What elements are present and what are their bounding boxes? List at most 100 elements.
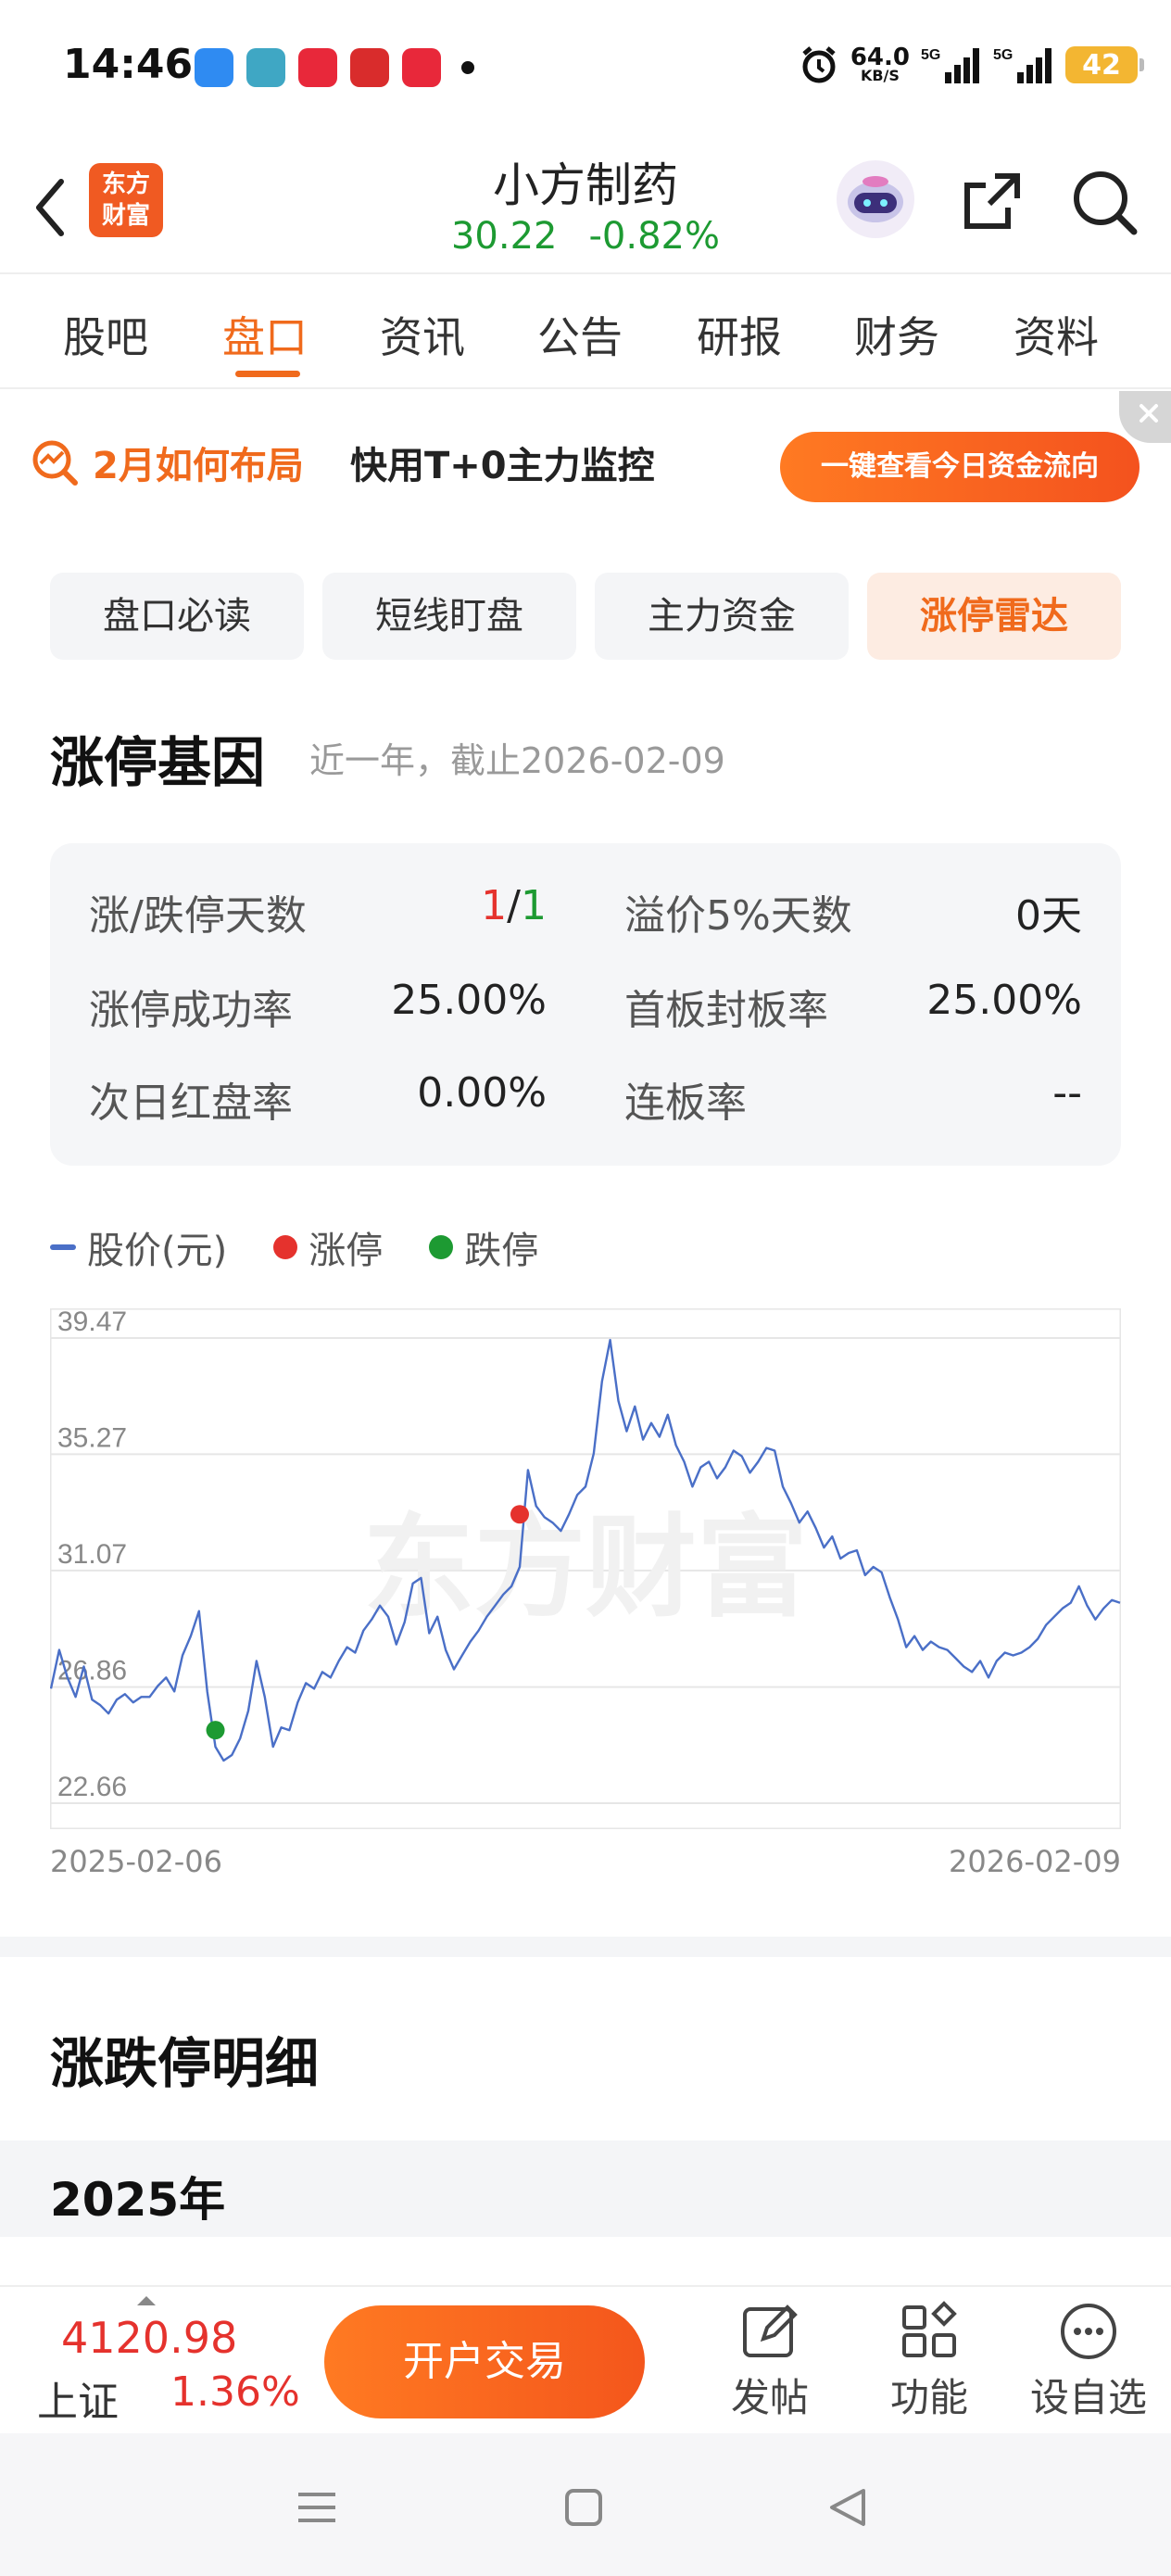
stat-value: -- bbox=[1052, 1069, 1082, 1117]
promo-title: 2月如何布局 bbox=[93, 445, 304, 487]
chip-limit-radar[interactable]: 涨停雷达 bbox=[867, 573, 1121, 660]
year-group-header[interactable]: 2025年 bbox=[0, 2140, 1171, 2237]
tab-guba[interactable]: 股吧 bbox=[63, 304, 148, 365]
stat-value: 25.00% bbox=[926, 977, 1082, 1024]
close-icon[interactable] bbox=[1119, 391, 1171, 443]
limit-up-count: 1 bbox=[481, 882, 508, 929]
y-tick-label: 35.27 bbox=[57, 1422, 127, 1453]
stat-label: 涨停成功率 bbox=[89, 987, 293, 1034]
legend-item-price: 股价(元) bbox=[50, 1220, 227, 1274]
tab-profile[interactable]: 资料 bbox=[1014, 304, 1099, 365]
stat-label: 连板率 bbox=[624, 1080, 747, 1127]
y-tick-label: 26.86 bbox=[57, 1656, 127, 1686]
section-divider bbox=[0, 1937, 1171, 1957]
detail-title: 涨跌停明细 bbox=[50, 2032, 320, 2095]
app-notification-icon bbox=[350, 48, 389, 87]
y-tick-label: 31.07 bbox=[57, 1539, 127, 1570]
x-axis-end-label: 2026-02-09 bbox=[949, 1844, 1121, 1879]
chip-main-funds[interactable]: 主力资金 bbox=[595, 573, 849, 660]
signal-label: 5G bbox=[921, 47, 940, 63]
limit-down-marker bbox=[206, 1721, 225, 1740]
post-label: 发帖 bbox=[730, 2375, 809, 2420]
stat-label: 首板封板率 bbox=[624, 987, 828, 1034]
stock-header: 东方 财富 小方制药 30.22 -0.82% bbox=[0, 139, 1171, 274]
stat-label: 次日红盘率 bbox=[89, 1080, 293, 1127]
tab-news[interactable]: 资讯 bbox=[380, 304, 465, 365]
back-nav-icon[interactable] bbox=[812, 2470, 886, 2544]
legend-item-limit-down: 跌停 bbox=[429, 1220, 538, 1274]
stat-label: 溢价5%天数 bbox=[624, 892, 852, 940]
legend-label: 股价(元) bbox=[87, 1230, 228, 1272]
signal-icon: 5G bbox=[921, 47, 979, 83]
status-bar: 14:46 64.0 KB/S 5G 5G 42 bbox=[0, 0, 1171, 139]
status-right: 64.0 KB/S 5G 5G 42 bbox=[799, 44, 1144, 85]
alarm-icon bbox=[802, 46, 836, 83]
stat-label: 涨/跌停天数 bbox=[89, 892, 307, 940]
index-change-pct[interactable]: 1.36% bbox=[170, 2368, 300, 2416]
legend-label: 跌停 bbox=[464, 1230, 539, 1272]
legend-dot-swatch bbox=[273, 1235, 298, 1259]
app-notification-icon bbox=[195, 48, 233, 87]
stat-value: 0.00% bbox=[417, 1069, 547, 1117]
signal-icon: 5G bbox=[993, 47, 1051, 83]
more-icon bbox=[1061, 2304, 1116, 2359]
function-button[interactable]: 功能 bbox=[860, 2298, 999, 2428]
price-chart: 39.47 35.27 31.07 26.86 22.66 东方财富 bbox=[50, 1308, 1121, 1829]
home-icon[interactable] bbox=[547, 2470, 621, 2544]
add-watchlist-button[interactable]: 设自选 bbox=[1019, 2298, 1158, 2428]
chip-short-term[interactable]: 短线盯盘 bbox=[322, 573, 576, 660]
legend-item-limit-up: 涨停 bbox=[273, 1220, 383, 1274]
watchlist-label: 设自选 bbox=[1029, 2375, 1147, 2420]
legend-label: 涨停 bbox=[308, 1230, 384, 1272]
y-tick-label: 22.66 bbox=[57, 1772, 127, 1802]
notification-icons bbox=[195, 48, 474, 87]
stats-card: 涨/跌停天数 1/1 溢价5%天数 0天 涨停成功率 25.00% 首板封板率 … bbox=[50, 843, 1121, 1166]
share-icon[interactable] bbox=[958, 167, 1026, 235]
stock-tabs: 股吧 盘口 资讯 公告 研报 财务 资料 bbox=[0, 276, 1171, 389]
legend-line-swatch bbox=[50, 1244, 76, 1250]
app-notification-icon bbox=[402, 48, 441, 87]
x-axis-start-label: 2025-02-06 bbox=[50, 1844, 222, 1879]
caret-up-icon[interactable] bbox=[137, 2296, 156, 2305]
limit-up-marker bbox=[510, 1505, 529, 1524]
stat-value-limit-days: 1/1 bbox=[481, 882, 547, 929]
promo-banner[interactable]: 2月如何布局 快用T+0主力监控 一键查看今日资金流向 bbox=[0, 391, 1171, 549]
promo-cta-button[interactable]: 一键查看今日资金流向 bbox=[780, 432, 1140, 502]
stock-price: 30.22 bbox=[450, 215, 558, 258]
app-notification-icon bbox=[298, 48, 337, 87]
open-account-trade-button[interactable]: 开户交易 bbox=[324, 2305, 645, 2418]
year-label: 2025年 bbox=[50, 2173, 226, 2227]
tab-finance[interactable]: 财务 bbox=[854, 304, 939, 365]
signal-label: 5G bbox=[993, 47, 1013, 63]
limit-down-count: 1 bbox=[521, 882, 547, 929]
section-note: 近一年，截止2026-02-09 bbox=[309, 740, 725, 781]
tab-pankou[interactable]: 盘口 bbox=[222, 304, 308, 365]
edit-icon bbox=[743, 2305, 798, 2357]
index-value[interactable]: 4120.98 bbox=[61, 2313, 237, 2363]
section-title: 涨停基因 bbox=[50, 731, 266, 794]
y-tick-label: 39.47 bbox=[57, 1308, 127, 1337]
system-nav-bar bbox=[0, 2433, 1171, 2576]
function-label: 功能 bbox=[889, 2375, 968, 2420]
bottom-toolbar: 4120.98 上证 1.36% 开户交易 发帖 功能 设自选 bbox=[0, 2285, 1171, 2431]
promo-subtitle: 快用T+0主力监控 bbox=[350, 445, 655, 487]
watermark: 东方财富 bbox=[363, 1504, 808, 1633]
menu-icon[interactable] bbox=[280, 2470, 354, 2544]
legend-dot-swatch bbox=[429, 1235, 454, 1259]
chip-must-read[interactable]: 盘口必读 bbox=[50, 573, 304, 660]
more-notifications-dot bbox=[461, 61, 474, 74]
active-tab-indicator bbox=[235, 371, 300, 377]
search-icon[interactable] bbox=[1069, 167, 1140, 237]
robot-avatar-icon[interactable] bbox=[834, 158, 917, 241]
stock-change-pct: -0.82% bbox=[588, 215, 721, 258]
monitor-chart-icon bbox=[32, 440, 78, 486]
status-time: 14:46 bbox=[63, 41, 194, 88]
tab-announcements[interactable]: 公告 bbox=[537, 304, 623, 365]
apps-grid-icon bbox=[902, 2301, 957, 2357]
post-button[interactable]: 发帖 bbox=[700, 2298, 839, 2428]
tab-research[interactable]: 研报 bbox=[697, 304, 782, 365]
stat-value: 25.00% bbox=[391, 977, 547, 1024]
network-speed: 64.0 KB/S bbox=[850, 45, 910, 83]
app-notification-icon bbox=[246, 48, 285, 87]
index-name[interactable]: 上证 bbox=[37, 2368, 119, 2428]
